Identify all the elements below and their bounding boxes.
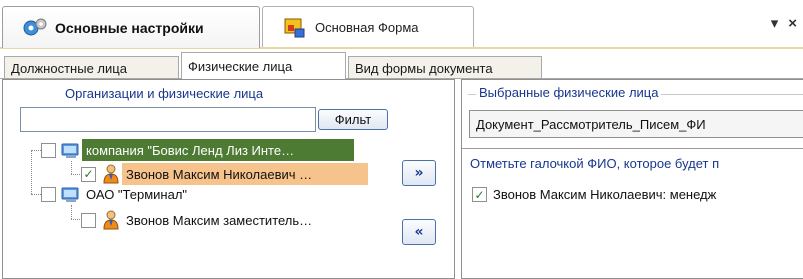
tree-item-organization[interactable]: компания "Бовис Ленд Лиз Инте… [41, 139, 354, 161]
search-input[interactable] [20, 107, 316, 132]
divider [462, 148, 803, 149]
selected-list-item[interactable]: ✓ Звонов Максим Николаевич: менедж [472, 187, 716, 202]
filter-button[interactable]: Фильт [318, 109, 388, 130]
selected-item-checkbox[interactable]: ✓ [472, 187, 487, 202]
tab-main-settings[interactable]: Основные настройки [2, 6, 260, 48]
tree-connector [31, 194, 41, 195]
organizations-panel-title: Организации и физические лица [65, 86, 264, 101]
document-field[interactable]: Документ_Рассмотритель_Писем_ФИ [469, 110, 803, 138]
tab-main-settings-label: Основные настройки [55, 19, 204, 36]
pin-dropdown-icon[interactable]: ▾ [771, 14, 779, 34]
tree-item-organization[interactable]: ОАО "Терминал" [41, 183, 191, 205]
tree-item-label: ОАО "Терминал" [86, 186, 188, 202]
organization-tree: компания "Бовис Ленд Лиз Инте… ✓ Звонов … [25, 139, 391, 271]
tab-document-form-type-label: Вид формы документа [355, 60, 493, 76]
tab-officials[interactable]: Должностные лица [4, 56, 179, 79]
selected-individuals-title: Выбранные физические лица [479, 85, 659, 100]
person-icon [100, 209, 122, 231]
tree-item-checkbox[interactable] [41, 186, 56, 202]
form-icon [281, 14, 309, 42]
tab-document-form-type[interactable]: Вид формы документа [348, 56, 542, 79]
tree-connector [71, 161, 72, 174]
tree-connector [71, 174, 80, 175]
tab-main-form-label: Основная Форма [315, 20, 419, 35]
tab-individuals-label: Физические лица [188, 58, 293, 74]
group-title-background: Выбранные физические лица [476, 85, 662, 103]
tree-item-label: компания "Бовис Ленд Лиз Инте… [82, 139, 354, 161]
tree-connector [71, 219, 80, 220]
document-field-value: Документ_Рассмотритель_Писем_ФИ [476, 116, 706, 132]
add-selected-button[interactable]: » [402, 160, 436, 186]
selected-individuals-panel: Выбранные физические лица Документ_Рассм… [461, 79, 803, 279]
tab-main-form[interactable]: Основная Форма [262, 6, 474, 48]
tree-item-checkbox[interactable]: ✓ [81, 166, 96, 182]
sub-tab-bar: Должностные лица Физические лица Вид фор… [0, 52, 803, 79]
tree-connector [31, 150, 32, 194]
close-icon[interactable]: × [788, 14, 797, 34]
remove-selected-button[interactable]: « [402, 219, 436, 245]
tree-item-person[interactable]: Звонов Максим заместитель… [81, 209, 316, 231]
tree-item-person[interactable]: ✓ Звонов Максим Николаевич … [81, 163, 368, 185]
tree-connector [71, 205, 72, 219]
tree-item-checkbox[interactable] [41, 142, 56, 158]
hint-text: Отметьте галочкой ФИО, которое будет п [470, 156, 720, 171]
settings-gear-icon [21, 14, 49, 42]
double-chevron-left-icon: « [414, 224, 424, 240]
tree-item-label: Звонов Максим заместитель… [126, 212, 313, 228]
tree-connector [31, 150, 41, 151]
organization-icon [60, 183, 82, 205]
selected-item-label: Звонов Максим Николаевич: менедж [493, 187, 717, 202]
double-chevron-right-icon: » [414, 165, 424, 181]
organization-icon [60, 139, 82, 161]
tab-officials-label: Должностные лица [11, 60, 127, 76]
window-controls: ▾ × [771, 14, 797, 34]
tab-individuals[interactable]: Физические лица [181, 52, 346, 79]
organizations-panel: Организации и физические лица Фильт комп… [2, 79, 455, 279]
tree-item-label: Звонов Максим Николаевич … [122, 163, 368, 185]
app-window: Основные настройки Основная Форма ▾ × До… [0, 0, 803, 279]
document-tab-strip: Основные настройки Основная Форма ▾ × [0, 0, 803, 52]
tree-item-checkbox[interactable] [81, 212, 96, 228]
person-icon [100, 163, 122, 185]
